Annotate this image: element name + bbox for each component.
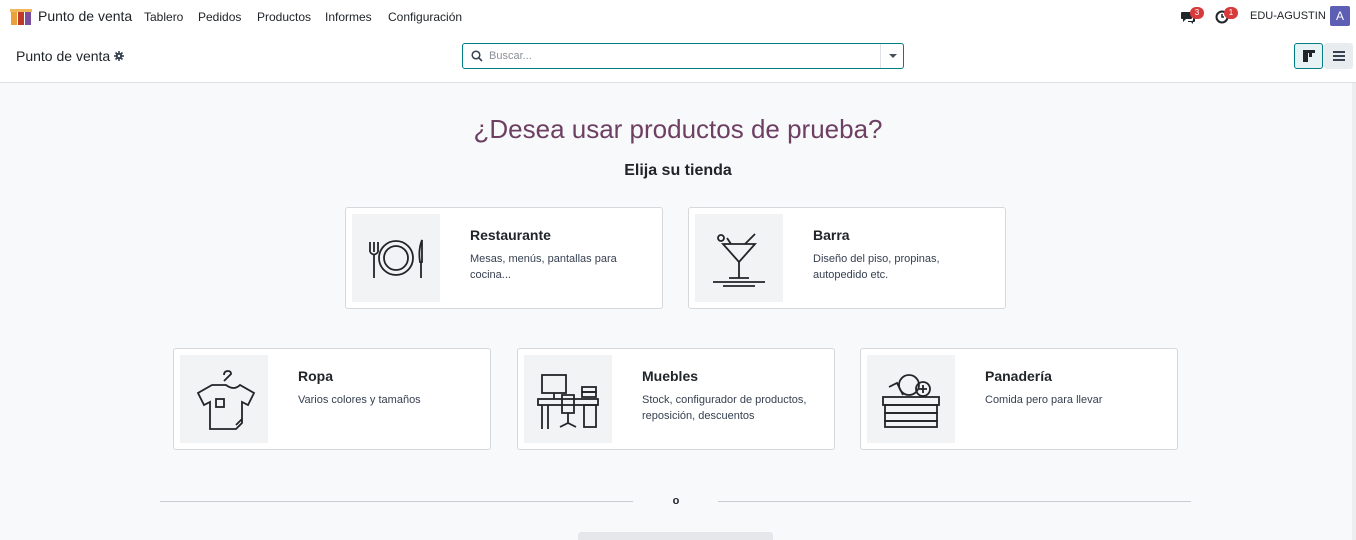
card-description: Stock, configurador de productos, reposi… [642, 394, 807, 422]
card-title: Restaurante [470, 227, 551, 243]
breadcrumb-title: Punto de venta [16, 48, 111, 64]
card-thumbnail [695, 214, 783, 302]
card-title: Muebles [642, 368, 699, 384]
separator-line-right [718, 501, 1191, 502]
control-panel: Punto de venta [0, 33, 1356, 83]
card-thumbnail [180, 355, 268, 443]
card-thumbnail [524, 355, 612, 443]
tshirt-icon [196, 370, 256, 430]
company-name[interactable]: EDU-AGUSTIN [1250, 10, 1326, 22]
shop-card-muebles[interactable]: Muebles Stock, configurador de productos… [517, 348, 835, 450]
card-description: Diseño del piso, propinas, autopedido et… [813, 253, 940, 281]
menu-configuracion[interactable]: Configuración [388, 10, 462, 24]
messages-badge: 3 [1190, 7, 1204, 19]
list-view-button[interactable] [1324, 43, 1353, 69]
gear-icon[interactable] [114, 51, 125, 61]
plate-cutlery-icon [369, 239, 423, 278]
search-input[interactable] [489, 47, 869, 65]
card-description: Comida pero para llevar [985, 394, 1103, 406]
search-bar [462, 43, 904, 69]
scrollbar[interactable] [1352, 83, 1356, 540]
card-description: Mesas, menús, pantallas para cocina... [470, 253, 617, 281]
card-thumbnail [867, 355, 955, 443]
activities-badge: 1 [1224, 7, 1238, 19]
app-name[interactable]: Punto de venta [38, 8, 132, 24]
bread-basket-icon [882, 374, 940, 428]
cocktail-icon [713, 233, 765, 287]
user-avatar[interactable]: A [1330, 6, 1350, 26]
desk-chair-icon [537, 374, 599, 429]
card-thumbnail [352, 214, 440, 302]
shop-card-barra[interactable]: Barra Diseño del piso, propinas, autoped… [688, 207, 1006, 309]
card-title: Panadería [985, 368, 1052, 384]
load-more-button[interactable] [578, 532, 773, 540]
separator-text: o [672, 495, 680, 507]
shop-card-restaurante[interactable]: Restaurante Mesas, menús, pantallas para… [345, 207, 663, 309]
pos-app-icon[interactable] [10, 9, 32, 25]
top-navbar: Punto de venta Tablero Pedidos Productos… [0, 0, 1356, 33]
breadcrumb: Punto de venta [16, 48, 125, 64]
chevron-down-icon [889, 54, 897, 58]
separator-line-left [160, 501, 633, 502]
card-title: Barra [813, 227, 850, 243]
shop-card-ropa[interactable]: Ropa Varios colores y tamaños [173, 348, 491, 450]
card-title: Ropa [298, 368, 333, 384]
main-content: ¿Desea usar productos de prueba? Elija s… [0, 83, 1356, 540]
kanban-icon [1303, 50, 1315, 62]
page-subheadline: Elija su tienda [624, 162, 732, 179]
search-icon [471, 50, 483, 62]
kanban-view-button[interactable] [1294, 43, 1323, 69]
list-icon [1333, 51, 1345, 61]
menu-informes[interactable]: Informes [325, 10, 372, 24]
page-headline: ¿Desea usar productos de prueba? [473, 114, 883, 144]
menu-tablero[interactable]: Tablero [144, 10, 183, 24]
search-options-toggle[interactable] [880, 44, 903, 68]
menu-pedidos[interactable]: Pedidos [198, 10, 241, 24]
menu-productos[interactable]: Productos [257, 10, 311, 24]
card-description: Varios colores y tamaños [298, 394, 421, 406]
shop-card-panaderia[interactable]: Panadería Comida pero para llevar [860, 348, 1178, 450]
